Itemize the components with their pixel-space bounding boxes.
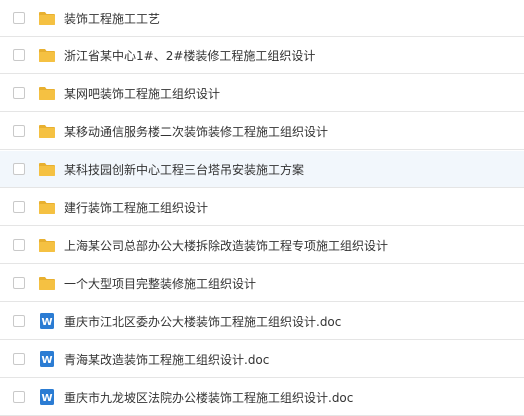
svg-text:W: W — [41, 317, 52, 328]
row-checkbox[interactable] — [13, 239, 25, 251]
folder-icon — [39, 49, 55, 62]
file-name[interactable]: 某移动通信服务楼二次装饰装修工程施工组织设计 — [64, 123, 328, 140]
file-list: 装饰工程施工工艺 浙江省某中心1#、2#楼装修工程施工组织设计 某网吧装饰工程施… — [0, 0, 524, 416]
file-name[interactable]: 上海某公司总部办公大楼拆除改造装饰工程专项施工组织设计 — [64, 237, 388, 254]
list-item[interactable]: 某网吧装饰工程施工组织设计 — [0, 75, 524, 112]
file-name[interactable]: 青海某改造装饰工程施工组织设计.doc — [64, 351, 269, 368]
row-checkbox[interactable] — [13, 87, 25, 99]
folder-icon — [39, 163, 55, 176]
word-doc-icon: W — [40, 389, 54, 405]
row-checkbox[interactable] — [13, 163, 25, 175]
list-item[interactable]: W 重庆市九龙坡区法院办公楼装饰工程施工组织设计.doc — [0, 379, 524, 416]
folder-icon — [39, 277, 55, 290]
row-checkbox[interactable] — [13, 277, 25, 289]
folder-icon — [39, 239, 55, 252]
svg-text:W: W — [41, 393, 52, 404]
row-checkbox[interactable] — [13, 391, 25, 403]
list-item[interactable]: 建行装饰工程施工组织设计 — [0, 189, 524, 226]
file-name[interactable]: 浙江省某中心1#、2#楼装修工程施工组织设计 — [64, 47, 315, 64]
list-item[interactable]: 浙江省某中心1#、2#楼装修工程施工组织设计 — [0, 37, 524, 74]
file-name[interactable]: 某科技园创新中心工程三台塔吊安装施工方案 — [64, 161, 304, 178]
folder-icon — [39, 87, 55, 100]
word-doc-icon: W — [40, 351, 54, 367]
list-item[interactable]: 一个大型项目完整装修施工组织设计 — [0, 265, 524, 302]
file-name[interactable]: 建行装饰工程施工组织设计 — [64, 199, 208, 216]
row-checkbox[interactable] — [13, 125, 25, 137]
list-item[interactable]: W 青海某改造装饰工程施工组织设计.doc — [0, 341, 524, 378]
file-name[interactable]: 重庆市江北区委办公大楼装饰工程施工组织设计.doc — [64, 313, 341, 330]
list-item[interactable]: 装饰工程施工工艺 — [0, 0, 524, 37]
row-checkbox[interactable] — [13, 353, 25, 365]
folder-icon — [39, 125, 55, 138]
word-doc-icon: W — [40, 313, 54, 329]
row-checkbox[interactable] — [13, 315, 25, 327]
list-item[interactable]: 某科技园创新中心工程三台塔吊安装施工方案 — [0, 151, 524, 188]
file-name[interactable]: 一个大型项目完整装修施工组织设计 — [64, 275, 256, 292]
row-checkbox[interactable] — [13, 12, 25, 24]
svg-text:W: W — [41, 355, 52, 366]
file-name[interactable]: 装饰工程施工工艺 — [64, 10, 160, 27]
folder-icon — [39, 201, 55, 214]
file-name[interactable]: 重庆市九龙坡区法院办公楼装饰工程施工组织设计.doc — [64, 389, 353, 406]
row-checkbox[interactable] — [13, 201, 25, 213]
file-name[interactable]: 某网吧装饰工程施工组织设计 — [64, 85, 220, 102]
list-item[interactable]: 上海某公司总部办公大楼拆除改造装饰工程专项施工组织设计 — [0, 227, 524, 264]
folder-icon — [39, 12, 55, 25]
list-item[interactable]: W 重庆市江北区委办公大楼装饰工程施工组织设计.doc — [0, 303, 524, 340]
row-checkbox[interactable] — [13, 49, 25, 61]
list-item[interactable]: 某移动通信服务楼二次装饰装修工程施工组织设计 — [0, 113, 524, 150]
